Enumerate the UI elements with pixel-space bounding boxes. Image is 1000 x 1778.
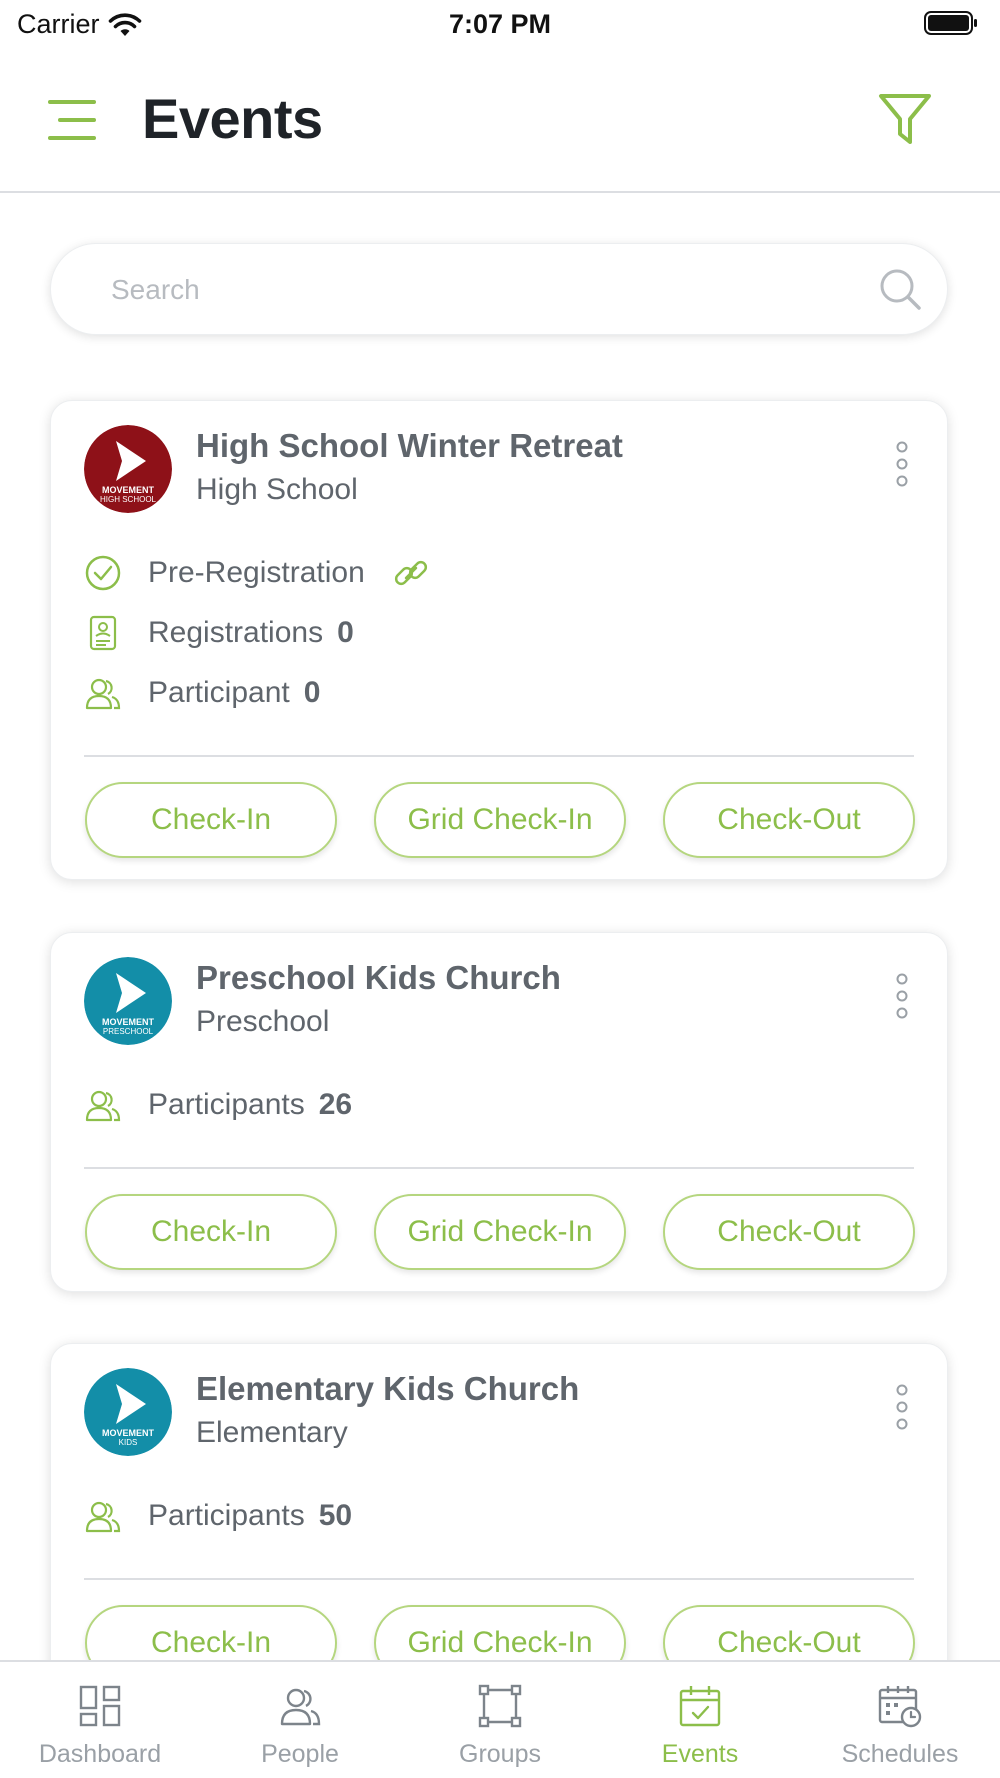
more-vertical-icon[interactable]	[895, 441, 909, 487]
more-vertical-icon[interactable]	[895, 1384, 909, 1430]
logo-sub-text: PRESCHOOL	[102, 1027, 154, 1036]
tab-label: Groups	[459, 1740, 541, 1768]
battery-icon	[924, 11, 977, 35]
event-card-elementary[interactable]: MOVEMENT KIDS Elementary Kids Church Ele…	[50, 1343, 948, 1703]
registration-form-icon	[89, 615, 117, 651]
event-card-high-school[interactable]: MOVEMENT HIGH SCHOOL High School Winter …	[50, 400, 948, 880]
grid-check-in-button[interactable]: Grid Check-In	[374, 1194, 626, 1270]
participants-row: Participants 26	[84, 1083, 352, 1127]
clock-label: 7:07 PM	[448, 9, 552, 39]
dashboard-grid-icon	[79, 1685, 121, 1727]
search-bar	[50, 243, 948, 336]
event-card-preschool[interactable]: MOVEMENT PRESCHOOL Preschool Kids Church…	[50, 932, 948, 1292]
calendar-clock-icon	[878, 1686, 922, 1728]
groups-icon	[478, 1684, 522, 1728]
check-circle-icon	[85, 555, 121, 591]
participants-count: 26	[318, 1088, 353, 1121]
page-title: Events	[142, 87, 323, 150]
logo-sub-text: HIGH SCHOOL	[99, 495, 156, 504]
participants-label: Participants	[148, 1499, 305, 1532]
status-bar: Carrier 7:07 PM	[0, 0, 1000, 50]
people-icon	[280, 1688, 321, 1726]
tab-events[interactable]: Events	[600, 1662, 800, 1778]
people-icon	[85, 678, 121, 710]
grid-check-in-button[interactable]: Grid Check-In	[374, 782, 626, 858]
logo-brand-text: MOVEMENT	[101, 485, 154, 495]
people-icon	[85, 1501, 121, 1533]
check-out-button[interactable]: Check-Out	[663, 782, 915, 858]
logo-sub-text: KIDS	[118, 1438, 138, 1447]
card-divider	[84, 1167, 914, 1169]
tab-people[interactable]: People	[200, 1662, 400, 1778]
search-icon[interactable]	[879, 268, 921, 310]
registrations-label: Registrations	[148, 616, 324, 649]
check-in-button[interactable]: Check-In	[85, 1194, 337, 1270]
registrations-row: Registrations 0	[84, 611, 354, 655]
logo-brand-text: MOVEMENT	[101, 1428, 154, 1438]
logo-brand-text: MOVEMENT	[101, 1017, 154, 1027]
participants-row: Participants 50	[84, 1494, 352, 1538]
card-divider	[84, 1578, 914, 1580]
bottom-tab-bar: Dashboard People Groups Events Schedules	[0, 1660, 1000, 1778]
hamburger-menu-icon[interactable]	[48, 98, 96, 142]
event-title: High School Winter Retreat	[196, 427, 623, 464]
event-subtitle: Elementary	[196, 1416, 348, 1449]
participants-label: Participant	[148, 676, 290, 709]
more-vertical-icon[interactable]	[895, 973, 909, 1019]
participants-count: 50	[318, 1499, 353, 1532]
event-subtitle: Preschool	[196, 1005, 330, 1038]
event-title: Preschool Kids Church	[196, 959, 561, 996]
registrations-count: 0	[337, 616, 354, 649]
tab-label: Schedules	[841, 1740, 959, 1768]
pre-registration-row: Pre-Registration	[84, 551, 431, 595]
tab-groups[interactable]: Groups	[400, 1662, 600, 1778]
participants-row: Participant 0	[84, 671, 320, 715]
link-icon[interactable]	[391, 553, 431, 593]
participants-count: 0	[303, 676, 321, 709]
filter-funnel-icon[interactable]	[878, 92, 932, 148]
tab-label: Events	[661, 1740, 739, 1768]
tab-label: People	[261, 1740, 339, 1768]
participants-label: Participants	[148, 1088, 305, 1121]
people-icon	[85, 1090, 121, 1122]
event-subtitle: High School	[196, 473, 358, 506]
tab-label: Dashboard	[38, 1740, 162, 1768]
tab-dashboard[interactable]: Dashboard	[0, 1662, 200, 1778]
card-divider	[84, 755, 914, 757]
app-header: Events	[0, 50, 1000, 193]
tab-schedules[interactable]: Schedules	[800, 1662, 1000, 1778]
check-in-button[interactable]: Check-In	[85, 782, 337, 858]
calendar-check-icon	[679, 1686, 721, 1727]
clock: 7:07 PM	[0, 9, 1000, 40]
search-input[interactable]	[109, 244, 853, 336]
check-out-button[interactable]: Check-Out	[663, 1194, 915, 1270]
event-title: Elementary Kids Church	[196, 1370, 580, 1407]
pre-registration-label: Pre-Registration	[148, 556, 365, 589]
